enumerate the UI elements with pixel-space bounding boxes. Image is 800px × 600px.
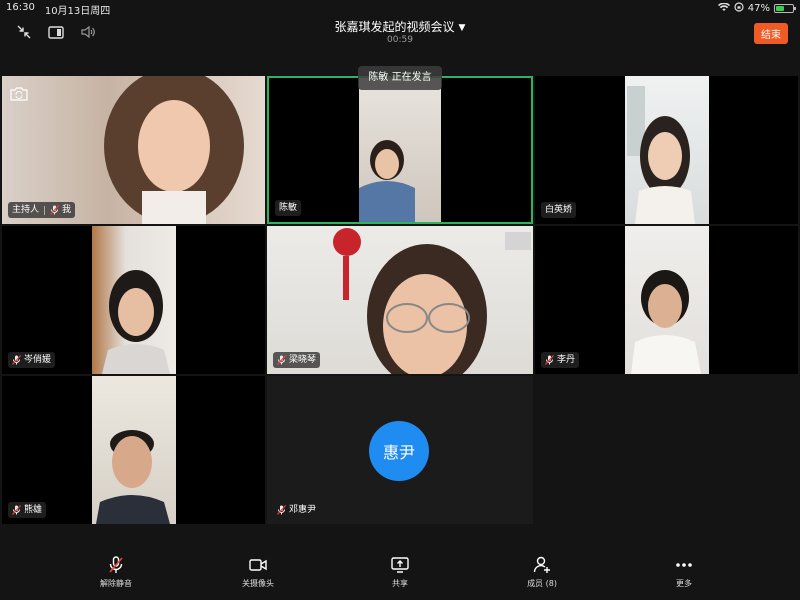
switch-camera-icon[interactable] xyxy=(10,86,28,105)
camera-icon xyxy=(218,555,298,575)
video-feed xyxy=(92,226,176,374)
camera-off-label: 关摄像头 xyxy=(242,579,274,588)
muted-mic-icon xyxy=(50,205,59,215)
participant-label: 岑俏媛 xyxy=(8,352,56,368)
chevron-down-icon: ▼ xyxy=(458,23,466,33)
video-tile-xiongxiong[interactable]: 熊雄 xyxy=(2,376,265,524)
video-feed xyxy=(92,376,176,524)
participant-name: 熊雄 xyxy=(24,505,43,515)
video-tile-denghuiyin[interactable]: 惠尹 邓惠尹 xyxy=(267,376,533,524)
participant-name: 岑俏媛 xyxy=(24,355,52,365)
self-label: 我 xyxy=(62,205,72,215)
status-date: 10月13日周四 xyxy=(44,6,111,17)
share-screen-icon xyxy=(360,555,440,575)
video-feed xyxy=(359,78,441,222)
participant-name: 梁晓琴 xyxy=(289,355,317,365)
more-icon xyxy=(644,555,724,575)
participant-name: 邓惠尹 xyxy=(289,505,317,515)
muted-mic-icon xyxy=(277,355,286,365)
meeting-title-text: 张嘉琪发起的视频会议 xyxy=(334,20,455,34)
orientation-lock-icon xyxy=(734,2,744,15)
video-tile-host[interactable]: 主持人 我 xyxy=(2,76,265,224)
bottom-toolbar: 解除静音 关摄像头 共享 成员 (8) 更多 xyxy=(0,545,800,600)
participant-label: 熊雄 xyxy=(8,502,47,518)
meeting-title[interactable]: 张嘉琪发起的视频会议 ▼ xyxy=(0,18,800,35)
top-bar: 张嘉琪发起的视频会议 ▼ 00:59 结束 xyxy=(0,16,800,50)
video-feed xyxy=(625,226,709,374)
muted-mic-icon xyxy=(12,355,21,365)
participant-label: 白英娇 xyxy=(541,202,577,218)
muted-mic-icon xyxy=(76,555,156,575)
participant-label: 陈敏 xyxy=(275,200,302,216)
muted-mic-icon xyxy=(545,355,554,365)
video-tile-chenmin[interactable]: 陈敏 xyxy=(267,76,533,224)
battery-icon xyxy=(774,4,796,13)
video-tile-baiyingjiao[interactable]: 白英娇 xyxy=(535,76,798,224)
share-button[interactable]: 共享 xyxy=(360,555,440,589)
unmute-button[interactable]: 解除静音 xyxy=(76,555,156,589)
unmute-label: 解除静音 xyxy=(100,579,132,588)
participant-label: 李丹 xyxy=(541,352,580,368)
more-label: 更多 xyxy=(676,579,692,588)
camera-off-button[interactable]: 关摄像头 xyxy=(218,555,298,589)
participant-label: 梁晓琴 xyxy=(273,352,321,368)
wifi-icon xyxy=(717,2,730,15)
muted-mic-icon xyxy=(12,505,21,515)
meeting-timer: 00:59 xyxy=(387,35,413,45)
battery-percent: 47% xyxy=(747,3,770,14)
video-tile-cenqiaoyuan[interactable]: 岑俏媛 xyxy=(2,226,265,374)
participant-name: 李丹 xyxy=(557,355,576,365)
status-time: 16:30 xyxy=(6,2,35,13)
video-tile-lidan[interactable]: 李丹 xyxy=(535,226,798,374)
more-button[interactable]: 更多 xyxy=(644,555,724,589)
share-label: 共享 xyxy=(392,579,408,588)
members-label: 成员 (8) xyxy=(527,579,557,588)
participant-label: 邓惠尹 xyxy=(273,502,320,518)
host-badge: 主持人 xyxy=(12,205,40,215)
status-bar: 16:30 10月13日周四 47% xyxy=(0,0,800,17)
video-feed xyxy=(625,76,709,224)
muted-mic-icon xyxy=(277,505,286,515)
avatar: 惠尹 xyxy=(369,421,429,481)
video-tile-liangxiaoqin[interactable]: 梁晓琴 xyxy=(267,226,533,374)
participant-name: 陈敏 xyxy=(279,203,298,213)
speaking-indicator: 陈敏 正在发言 xyxy=(358,66,442,90)
participant-label: 主持人 我 xyxy=(8,202,76,218)
members-button[interactable]: 成员 (8) xyxy=(502,555,582,589)
add-member-icon xyxy=(502,555,582,575)
participant-name: 白英娇 xyxy=(545,205,573,215)
end-meeting-button[interactable]: 结束 xyxy=(754,23,788,44)
